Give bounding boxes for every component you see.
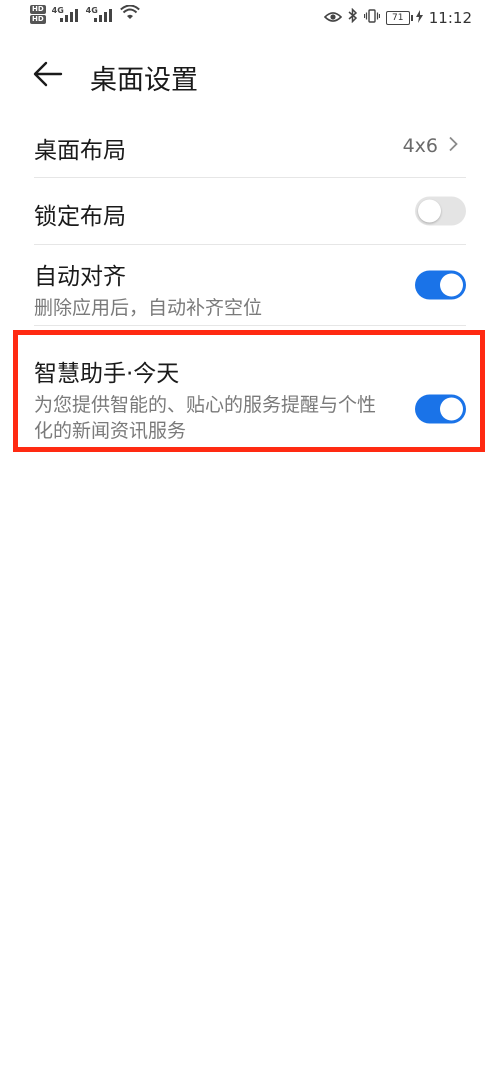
setting-desktop-layout[interactable]: 桌面布局 4x6 xyxy=(34,115,466,178)
status-bar: HD HD 4G 4G 71 11:12 xyxy=(0,0,500,36)
toggle-knob xyxy=(440,273,463,297)
hd-badge-2: HD xyxy=(30,15,46,24)
app-bar: 桌面设置 xyxy=(0,50,500,100)
auto-align-toggle[interactable] xyxy=(415,270,466,300)
layout-grid-value: 4x6 xyxy=(402,135,438,157)
setting-lock-layout: 锁定布局 xyxy=(34,178,466,245)
bluetooth-icon xyxy=(348,7,358,27)
setting-title: 自动对齐 xyxy=(34,264,126,290)
clock: 11:12 xyxy=(428,8,472,27)
page-title: 桌面设置 xyxy=(90,65,198,96)
status-left: HD HD 4G 4G xyxy=(30,4,140,24)
toggle-knob xyxy=(418,199,441,223)
arrow-left-icon xyxy=(33,61,63,91)
layout-value: 4x6 xyxy=(403,135,458,157)
wifi-icon xyxy=(119,4,140,24)
highlight-box xyxy=(13,330,485,452)
setting-title: 桌面布局 xyxy=(34,138,126,164)
vibrate-icon xyxy=(363,8,380,27)
signal-sim1-icon: 4G xyxy=(52,6,80,24)
charging-icon xyxy=(415,9,423,27)
hd-badge-1: HD xyxy=(30,5,46,14)
status-right: 71 11:12 xyxy=(323,7,472,27)
battery-icon: 71 xyxy=(385,10,413,25)
setting-auto-align: 自动对齐 删除应用后，自动补齐空位 xyxy=(34,245,466,326)
chevron-right-icon xyxy=(448,135,458,157)
setting-subtitle: 删除应用后，自动补齐空位 xyxy=(34,297,263,319)
signal-sim2-icon: 4G xyxy=(86,6,114,24)
back-button[interactable] xyxy=(28,56,68,96)
setting-title: 锁定布局 xyxy=(34,204,126,230)
hd-indicators: HD HD xyxy=(30,5,46,24)
setting-text: 自动对齐 删除应用后，自动补齐空位 xyxy=(34,257,262,321)
eye-icon xyxy=(323,9,342,27)
lock-layout-toggle[interactable] xyxy=(415,196,466,226)
